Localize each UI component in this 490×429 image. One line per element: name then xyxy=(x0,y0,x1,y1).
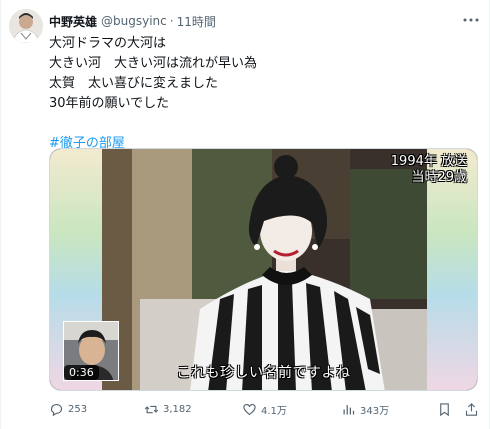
tweet-text: 大河ドラマの大河は 大きい河 大きい河は流れが早い為 太賀 太い喜びに変えました… xyxy=(49,34,479,154)
reply-icon xyxy=(50,403,63,416)
video-subtitle: これも珍しい名前ですよね xyxy=(176,365,351,381)
bookmark-icon xyxy=(440,402,449,416)
like-button[interactable]: 4.1万 xyxy=(242,402,287,417)
avatar[interactable] xyxy=(9,9,43,43)
more-options-icon[interactable] xyxy=(461,12,481,28)
heart-icon xyxy=(243,403,256,415)
tweet-line: 大河ドラマの大河は xyxy=(49,36,167,51)
avatar-image xyxy=(9,9,43,43)
header-separator: · xyxy=(169,14,174,28)
views-button[interactable]: 343万 xyxy=(341,402,389,417)
caption-year: 1994年 放送 xyxy=(390,154,467,169)
analytics-icon xyxy=(343,404,355,414)
like-count: 4.1万 xyxy=(261,405,287,417)
tweet-header: 中野英雄 @bugsyinc · 11時間 xyxy=(49,12,216,30)
repost-button[interactable]: 3,182 xyxy=(144,402,192,417)
repost-icon xyxy=(144,405,159,413)
timestamp[interactable]: 11時間 xyxy=(177,13,216,30)
tweet-line: 30年前の願いでした xyxy=(49,96,170,111)
tweet-card[interactable]: 中野英雄 @bugsyinc · 11時間 大河ドラマの大河は 大きい河 大きい… xyxy=(0,0,490,429)
author-name[interactable]: 中野英雄 xyxy=(49,13,97,30)
share-icon xyxy=(465,402,478,416)
reply-count: 253 xyxy=(68,403,88,415)
reply-button[interactable]: 253 xyxy=(49,402,87,417)
bookmark-button[interactable] xyxy=(437,402,452,417)
broadcast-caption: 1994年 放送 当時29歳 xyxy=(391,154,467,186)
tweet-actions: 253 3,182 4.1万 343万 xyxy=(49,398,479,420)
tweet-line: 大きい河 大きい河は流れが早い為 xyxy=(49,56,258,71)
share-button[interactable] xyxy=(464,402,479,417)
author-handle[interactable]: @bugsyinc xyxy=(101,14,167,28)
caption-age: 当時29歳 xyxy=(411,170,467,185)
view-count: 343万 xyxy=(360,405,390,417)
tweet-line: 太賀 太い喜びに変えました xyxy=(49,76,219,91)
repost-count: 3,182 xyxy=(163,403,192,415)
video-player[interactable]: 1994年 放送 当時29歳 0:36 これも珍しい名前ですよね xyxy=(49,148,478,391)
